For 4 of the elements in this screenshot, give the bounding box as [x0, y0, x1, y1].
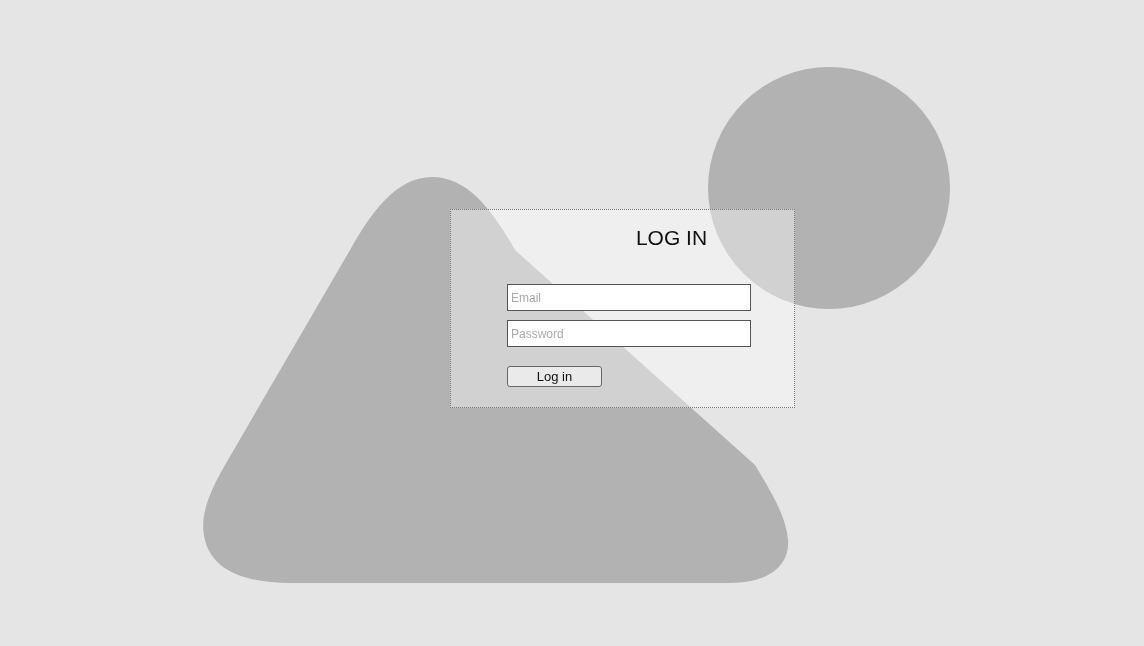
login-title: LOG IN — [634, 226, 709, 250]
input-field[interactable]: Email — [507, 284, 751, 311]
input-field[interactable]: Password — [507, 320, 751, 347]
login-button[interactable]: Log in — [507, 366, 602, 387]
